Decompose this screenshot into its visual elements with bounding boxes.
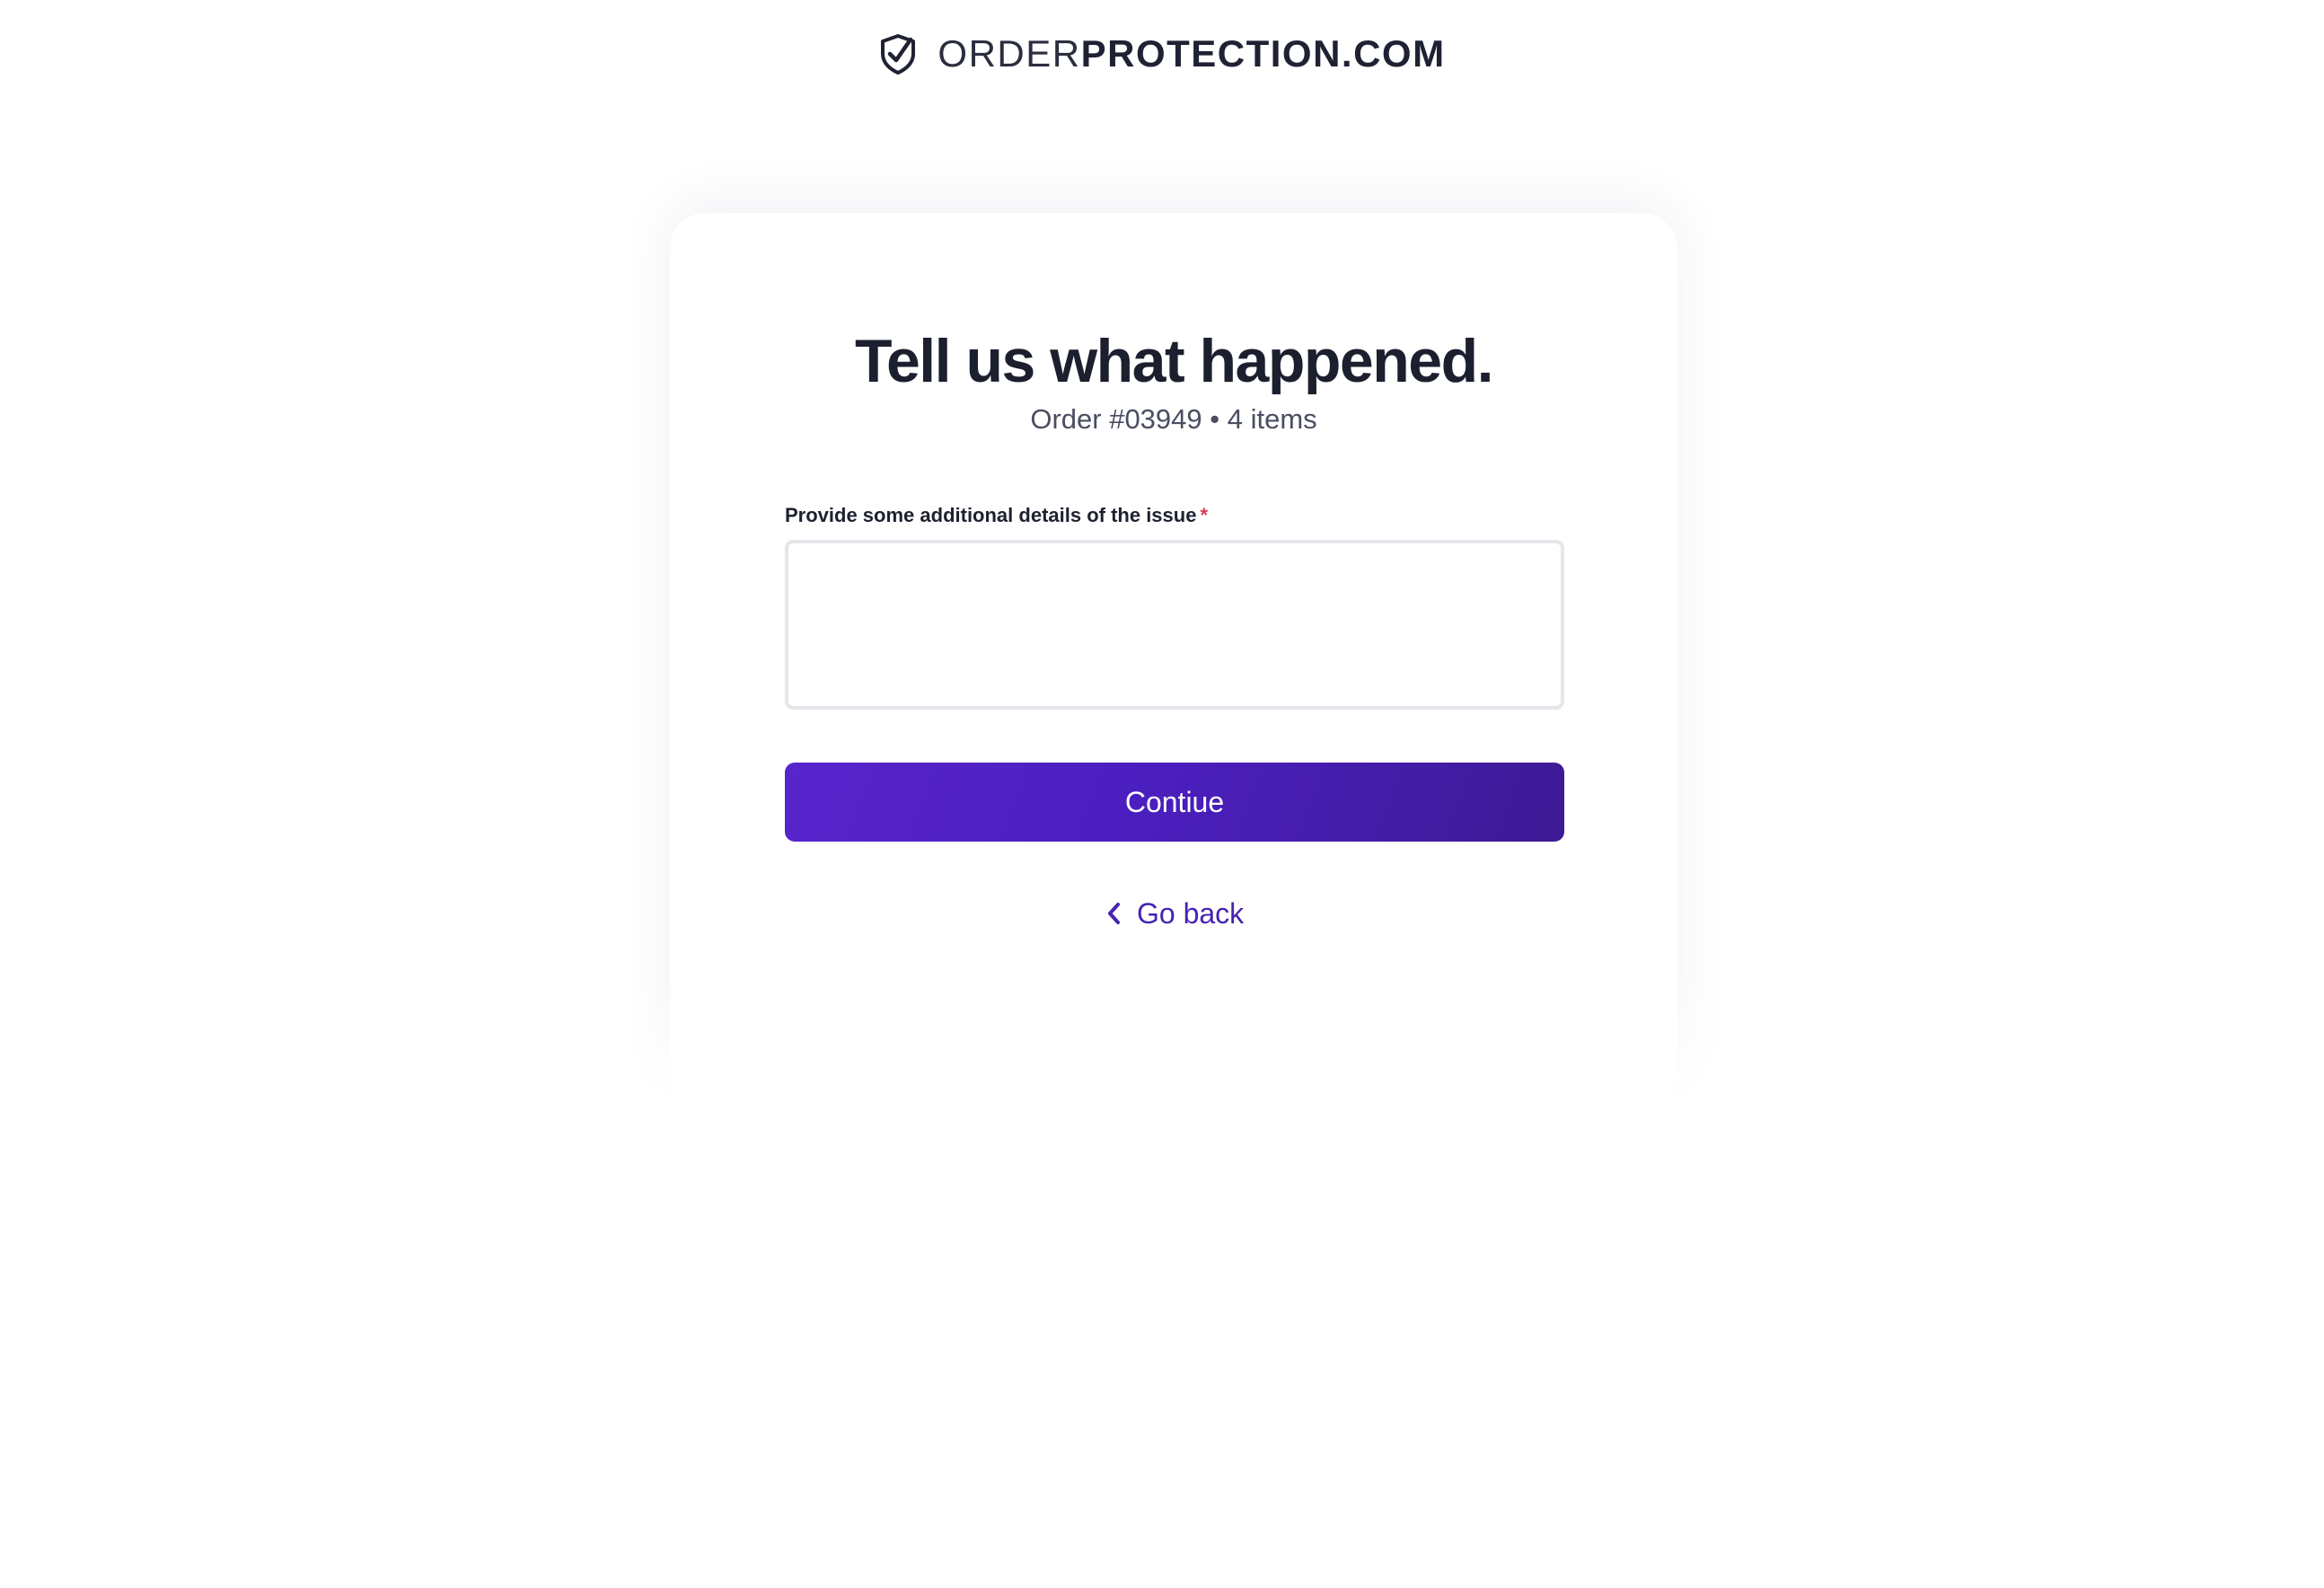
continue-button[interactable]: Contiue — [785, 763, 1564, 842]
brand-name-bold: PROTECTION.COM — [1080, 32, 1446, 75]
go-back-link[interactable]: Go back — [1105, 891, 1244, 936]
page-title: Tell us what happened. — [854, 327, 1494, 395]
page-header: ORDERPROTECTION.COM — [0, 25, 2324, 83]
chevron-left-icon — [1105, 900, 1122, 927]
details-field-label: Provide some additional details of the i… — [785, 501, 1208, 530]
brand-wordmark: ORDERPROTECTION.COM — [938, 25, 1445, 83]
details-field-label-text: Provide some additional details of the i… — [785, 504, 1197, 526]
card-bottom-fade — [629, 970, 1724, 1168]
brand-logo[interactable]: ORDERPROTECTION.COM — [878, 25, 1445, 83]
order-summary: Order #03949 • 4 items — [1030, 403, 1317, 435]
brand-name-light: ORDER — [938, 32, 1081, 75]
go-back-label: Go back — [1137, 896, 1245, 930]
issue-details-input[interactable] — [785, 540, 1564, 710]
shield-check-icon — [878, 32, 918, 75]
required-marker: * — [1200, 504, 1209, 526]
